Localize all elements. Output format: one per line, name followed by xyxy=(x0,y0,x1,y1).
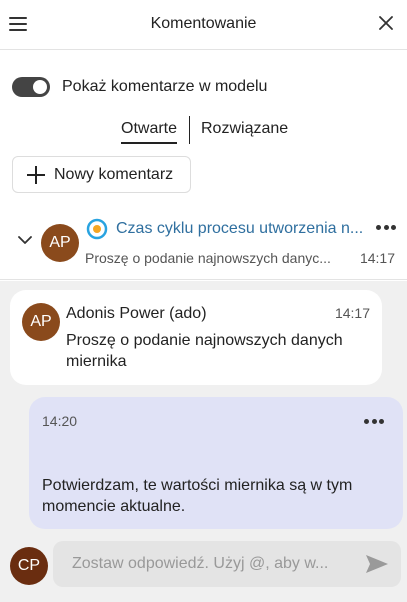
reply-composer: CP xyxy=(0,535,407,595)
show-comments-label: Pokaż komentarze w modelu xyxy=(62,78,268,95)
avatar: AP xyxy=(41,224,79,262)
tab-open[interactable]: Otwarte xyxy=(121,120,178,144)
comment-message: AP Adonis Power (ado) 14:17 Proszę o pod… xyxy=(10,290,382,385)
thread-title[interactable]: Czas cyklu procesu utworzenia n... xyxy=(116,220,372,238)
tab-resolved[interactable]: Rozwiązane xyxy=(201,120,288,138)
thread-more-dots-icon[interactable] xyxy=(376,225,396,231)
send-icon[interactable] xyxy=(365,554,389,574)
message-time: 14:17 xyxy=(334,305,370,321)
panel-title: Komentowanie xyxy=(150,15,257,32)
reply-more-dots-icon[interactable] xyxy=(364,419,384,425)
comment-thread-header[interactable]: AP Czas cyklu procesu utworzenia n... Pr… xyxy=(0,208,407,280)
target-icon xyxy=(86,218,108,240)
conversation-area: AP Adonis Power (ado) 14:17 Proszę o pod… xyxy=(0,281,407,602)
message-text: Proszę o podanie najnowszych danych mier… xyxy=(66,332,343,370)
reply-time: 14:20 xyxy=(42,413,78,429)
reply-input[interactable] xyxy=(53,541,401,587)
panel-header: Komentowanie xyxy=(0,0,407,50)
reply-message: 14:20 Potwierdzam, te wartości miernika … xyxy=(29,397,403,529)
show-comments-toggle[interactable] xyxy=(12,77,50,97)
thread-time: 14:17 xyxy=(359,250,395,266)
avatar: CP xyxy=(10,547,48,585)
plus-icon xyxy=(27,165,45,184)
avatar: AP xyxy=(22,303,60,341)
message-author: Adonis Power (ado) xyxy=(66,305,207,322)
new-comment-button[interactable]: Nowy komentarz xyxy=(12,156,191,193)
tab-divider xyxy=(189,116,190,144)
close-icon[interactable] xyxy=(379,16,393,30)
new-comment-label: Nowy komentarz xyxy=(54,165,174,183)
reply-text: Potwierdzam, te wartości miernika są w t… xyxy=(42,477,353,515)
thread-preview: Proszę o podanie najnowszych danyc... xyxy=(85,250,331,266)
chevron-down-icon[interactable] xyxy=(18,235,32,245)
show-comments-toggle-row: Pokaż komentarze w modelu xyxy=(12,76,267,98)
comment-tabs: Otwarte Rozwiązane xyxy=(0,116,407,146)
